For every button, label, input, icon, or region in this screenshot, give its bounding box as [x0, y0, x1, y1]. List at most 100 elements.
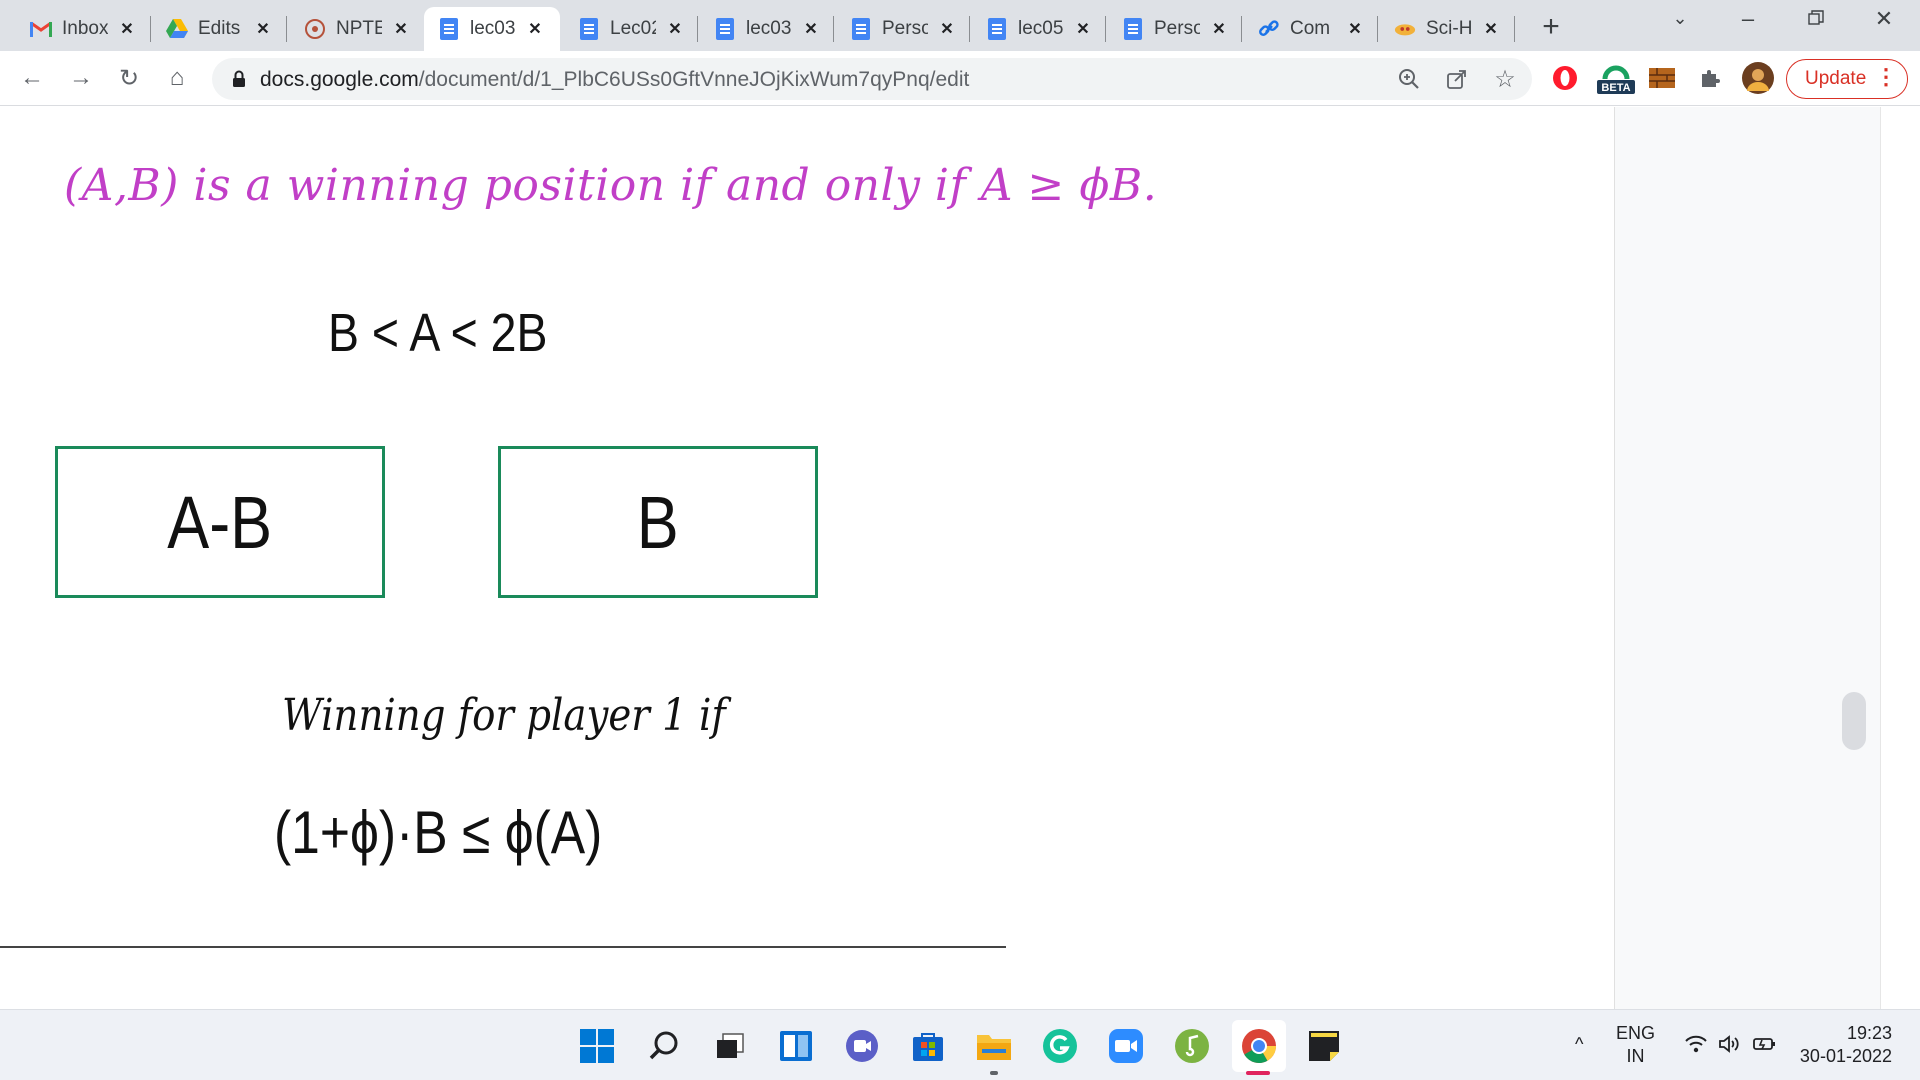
- browser-toolbar: ← → ↻ ⌂ docs.google.com/document/d/1_Plb…: [0, 51, 1920, 106]
- search-icon[interactable]: [642, 1024, 686, 1068]
- google-docs-icon: [850, 18, 872, 40]
- close-tab-icon[interactable]: ✕: [1344, 18, 1366, 40]
- clock-time: 19:23: [1846, 1023, 1892, 1043]
- close-tab-icon[interactable]: ✕: [524, 18, 546, 40]
- zoom-app-icon[interactable]: [1104, 1024, 1148, 1068]
- volume-icon[interactable]: [1718, 1034, 1742, 1060]
- bookmark-star-icon[interactable]: ☆: [1492, 66, 1518, 93]
- task-view-icon[interactable]: [708, 1024, 752, 1068]
- tab-nptel[interactable]: NPTEL ✕: [290, 7, 412, 51]
- google-docs-icon: [578, 18, 600, 40]
- windows-taskbar: ^ ENG IN 19:23 30-01-2022: [0, 1009, 1920, 1080]
- winning-condition-formula: (1+ϕ)·B ≤ ϕ(A): [274, 799, 603, 866]
- new-tab-button[interactable]: +: [1536, 10, 1566, 44]
- running-indicator: [990, 1071, 998, 1075]
- opera-extension-icon[interactable]: [1548, 61, 1582, 95]
- tab-separator: [697, 16, 698, 42]
- file-explorer-icon[interactable]: [972, 1024, 1016, 1068]
- reload-icon[interactable]: ↻: [112, 61, 146, 95]
- pile-box-b: B: [498, 446, 818, 598]
- tab-separator: [1377, 16, 1378, 42]
- close-tab-icon[interactable]: ✕: [936, 18, 958, 40]
- pile-box-a-minus-b: A-B: [55, 446, 385, 598]
- active-app-indicator: [1246, 1071, 1270, 1075]
- close-tab-icon[interactable]: ✕: [116, 18, 138, 40]
- close-tab-icon[interactable]: ✕: [1208, 18, 1230, 40]
- tab-strip: Inbox ✕ Edits ✕ NPTEL ✕ lec03 ✕ Lec02 ✕ …: [0, 0, 1920, 51]
- tab-lec03-active[interactable]: lec03 ✕: [424, 7, 560, 51]
- close-tab-icon[interactable]: ✕: [390, 18, 412, 40]
- google-docs-icon: [714, 18, 736, 40]
- chrome-icon[interactable]: [1232, 1020, 1286, 1072]
- forward-arrow-icon[interactable]: →: [64, 61, 98, 95]
- url-host: docs.google.com: [260, 68, 419, 91]
- scrollbar-thumb[interactable]: [1842, 692, 1866, 750]
- note-app-icon[interactable]: [1170, 1024, 1214, 1068]
- tab-separator: [833, 16, 834, 42]
- tab-search-icon[interactable]: ⌄: [1660, 8, 1700, 29]
- tab-lec02[interactable]: Lec02 ✕: [564, 7, 686, 51]
- tab-separator: [1105, 16, 1106, 42]
- tab-separator: [969, 16, 970, 42]
- google-docs-icon: [986, 18, 1008, 40]
- tab-lec03[interactable]: lec03 ✕: [700, 7, 822, 51]
- clock[interactable]: 19:23 30-01-2022: [1792, 1022, 1892, 1068]
- tab-separator: [286, 16, 287, 42]
- box-label: B: [637, 480, 679, 564]
- share-icon[interactable]: [1444, 66, 1470, 92]
- tab-lec05[interactable]: lec05 ✕: [972, 7, 1094, 51]
- close-tab-icon[interactable]: ✕: [800, 18, 822, 40]
- address-bar[interactable]: docs.google.com/document/d/1_PlbC6USs0Gf…: [212, 58, 1532, 100]
- winning-condition-label: Winning for player 1 if: [282, 690, 726, 741]
- close-window-button[interactable]: ✕: [1864, 6, 1904, 32]
- home-icon[interactable]: ⌂: [160, 61, 194, 95]
- tab-scihub[interactable]: Sci-H ✕: [1380, 7, 1502, 51]
- battery-icon[interactable]: [1752, 1034, 1778, 1060]
- language-region: IN: [1626, 1046, 1645, 1066]
- horizontal-rule: [0, 946, 1006, 948]
- widgets-icon[interactable]: [774, 1024, 818, 1068]
- close-tab-icon[interactable]: ✕: [1480, 18, 1502, 40]
- clock-date: 30-01-2022: [1799, 1046, 1892, 1066]
- gmail-icon: [30, 18, 52, 40]
- restore-button[interactable]: [1796, 6, 1836, 32]
- tab-inbox[interactable]: Inbox ✕: [16, 7, 138, 51]
- show-hidden-icons-chevron[interactable]: ^: [1575, 1034, 1583, 1055]
- tab-separator: [150, 16, 151, 42]
- tab-separator: [1241, 16, 1242, 42]
- language-code: ENG: [1616, 1023, 1656, 1043]
- box-label: A-B: [167, 480, 273, 564]
- close-tab-icon[interactable]: ✕: [252, 18, 274, 40]
- tab-personal-1[interactable]: Perso ✕: [836, 7, 958, 51]
- windows-start-icon[interactable]: [575, 1024, 619, 1068]
- nptel-icon: [304, 18, 326, 40]
- close-tab-icon[interactable]: ✕: [1072, 18, 1094, 40]
- link-icon: [1258, 18, 1280, 40]
- zoom-icon[interactable]: [1396, 66, 1422, 92]
- input-language[interactable]: ENG IN: [1616, 1022, 1655, 1068]
- menu-dots-icon[interactable]: ⋮: [1875, 64, 1897, 90]
- wifi-icon[interactable]: [1684, 1034, 1708, 1060]
- lock-icon[interactable]: [226, 66, 252, 92]
- update-button[interactable]: Update ⋮: [1786, 59, 1908, 99]
- sticky-notes-icon[interactable]: [1302, 1024, 1346, 1068]
- teams-chat-icon[interactable]: [840, 1024, 884, 1068]
- back-arrow-icon[interactable]: ←: [15, 61, 49, 95]
- extensions-puzzle-icon[interactable]: [1693, 61, 1727, 95]
- grammarly-icon[interactable]: [1038, 1024, 1082, 1068]
- inequality-text: B < A < 2B: [328, 303, 548, 363]
- minimize-button[interactable]: –: [1728, 6, 1768, 32]
- profile-avatar[interactable]: [1741, 61, 1775, 95]
- close-tab-icon[interactable]: ✕: [664, 18, 686, 40]
- side-panel: [1614, 107, 1880, 1009]
- url-path: /document/d/1_PlbC6USs0GftVnneJOjKixWum7…: [418, 68, 970, 91]
- tab-com[interactable]: Com ✕: [1244, 7, 1366, 51]
- update-label: Update: [1805, 68, 1867, 89]
- scrollbar-track[interactable]: [1880, 107, 1920, 1009]
- tab-personal-2[interactable]: Perso ✕: [1108, 7, 1230, 51]
- beta-extension-icon[interactable]: BETA: [1596, 61, 1636, 95]
- tab-edits[interactable]: Edits ✕: [152, 7, 274, 51]
- microsoft-store-icon[interactable]: [906, 1024, 950, 1068]
- brick-extension-icon[interactable]: [1645, 61, 1679, 95]
- url-text[interactable]: docs.google.com/document/d/1_PlbC6USs0Gf…: [260, 68, 969, 92]
